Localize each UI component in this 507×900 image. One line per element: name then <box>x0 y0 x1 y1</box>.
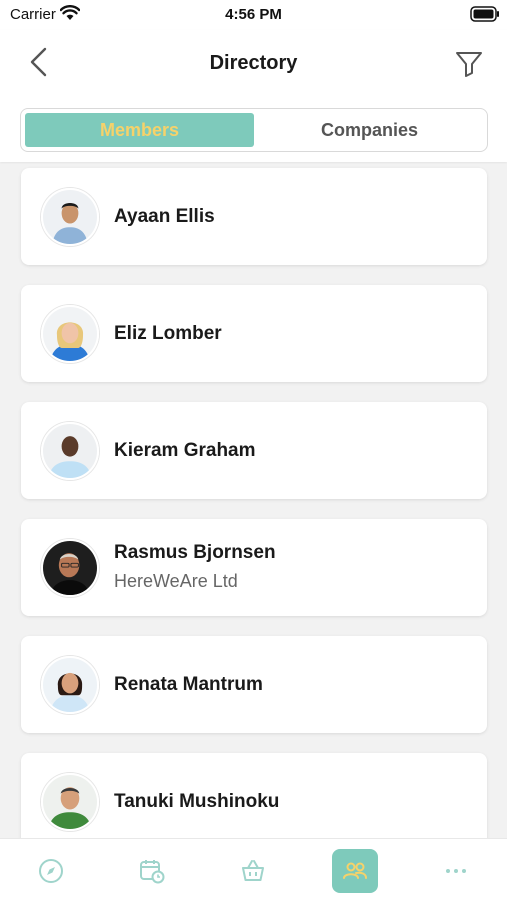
tab-more[interactable] <box>433 849 479 893</box>
avatar-image <box>43 658 97 712</box>
basket-icon <box>242 860 264 881</box>
tab-companies[interactable]: Companies <box>255 113 484 147</box>
page-title: Directory <box>209 52 298 74</box>
avatar <box>41 188 99 246</box>
calendar-clock-icon <box>140 860 165 884</box>
directory-screen: Carrier 4:56 PM Directory Members Compan… <box>0 0 507 900</box>
member-card[interactable]: Renata Mantrum <box>21 636 487 733</box>
avatar <box>41 305 99 363</box>
filter-icon <box>456 52 482 77</box>
tab-bookings[interactable] <box>129 849 175 893</box>
header: Directory Members Companies <box>0 30 507 162</box>
avatar <box>41 422 99 480</box>
tab-members[interactable]: Members <box>25 113 254 147</box>
tab-shop[interactable] <box>230 849 276 893</box>
avatar-image <box>43 541 97 595</box>
tab-directory[interactable] <box>332 849 378 893</box>
tab-explore[interactable] <box>28 849 74 893</box>
avatar <box>41 656 99 714</box>
avatar-image <box>43 307 97 361</box>
avatar <box>41 539 99 597</box>
member-card[interactable]: Rasmus Bjornsen HereWeAre Ltd <box>21 519 487 616</box>
member-card[interactable]: Kieram Graham <box>21 402 487 499</box>
more-icon <box>446 869 466 873</box>
segmented-control: Members Companies <box>20 108 488 152</box>
member-name: Rasmus Bjornsen <box>114 542 276 563</box>
people-icon <box>343 862 367 879</box>
compass-icon <box>39 859 63 883</box>
filter-button[interactable] <box>452 46 486 80</box>
member-name: Eliz Lomber <box>114 323 222 344</box>
member-name: Renata Mantrum <box>114 674 263 695</box>
member-card[interactable]: Ayaan Ellis <box>21 168 487 265</box>
member-list: Ayaan Ellis Eliz Lomber Kieram Graham Ra… <box>0 162 507 838</box>
avatar <box>41 773 99 831</box>
member-company: HereWeAre Ltd <box>114 571 238 591</box>
member-card[interactable]: Eliz Lomber <box>21 285 487 382</box>
avatar-image <box>43 424 97 478</box>
status-bar: Carrier 4:56 PM <box>0 0 507 30</box>
member-name: Kieram Graham <box>114 440 256 461</box>
battery-icon <box>470 6 499 22</box>
member-name: Ayaan Ellis <box>114 206 215 227</box>
member-card[interactable]: Tanuki Mushinoku <box>21 753 487 838</box>
status-time: 4:56 PM <box>225 6 282 23</box>
avatar-image <box>43 775 97 829</box>
tab-bar <box>0 838 507 900</box>
member-name: Tanuki Mushinoku <box>114 791 280 812</box>
avatar-image <box>43 190 97 244</box>
